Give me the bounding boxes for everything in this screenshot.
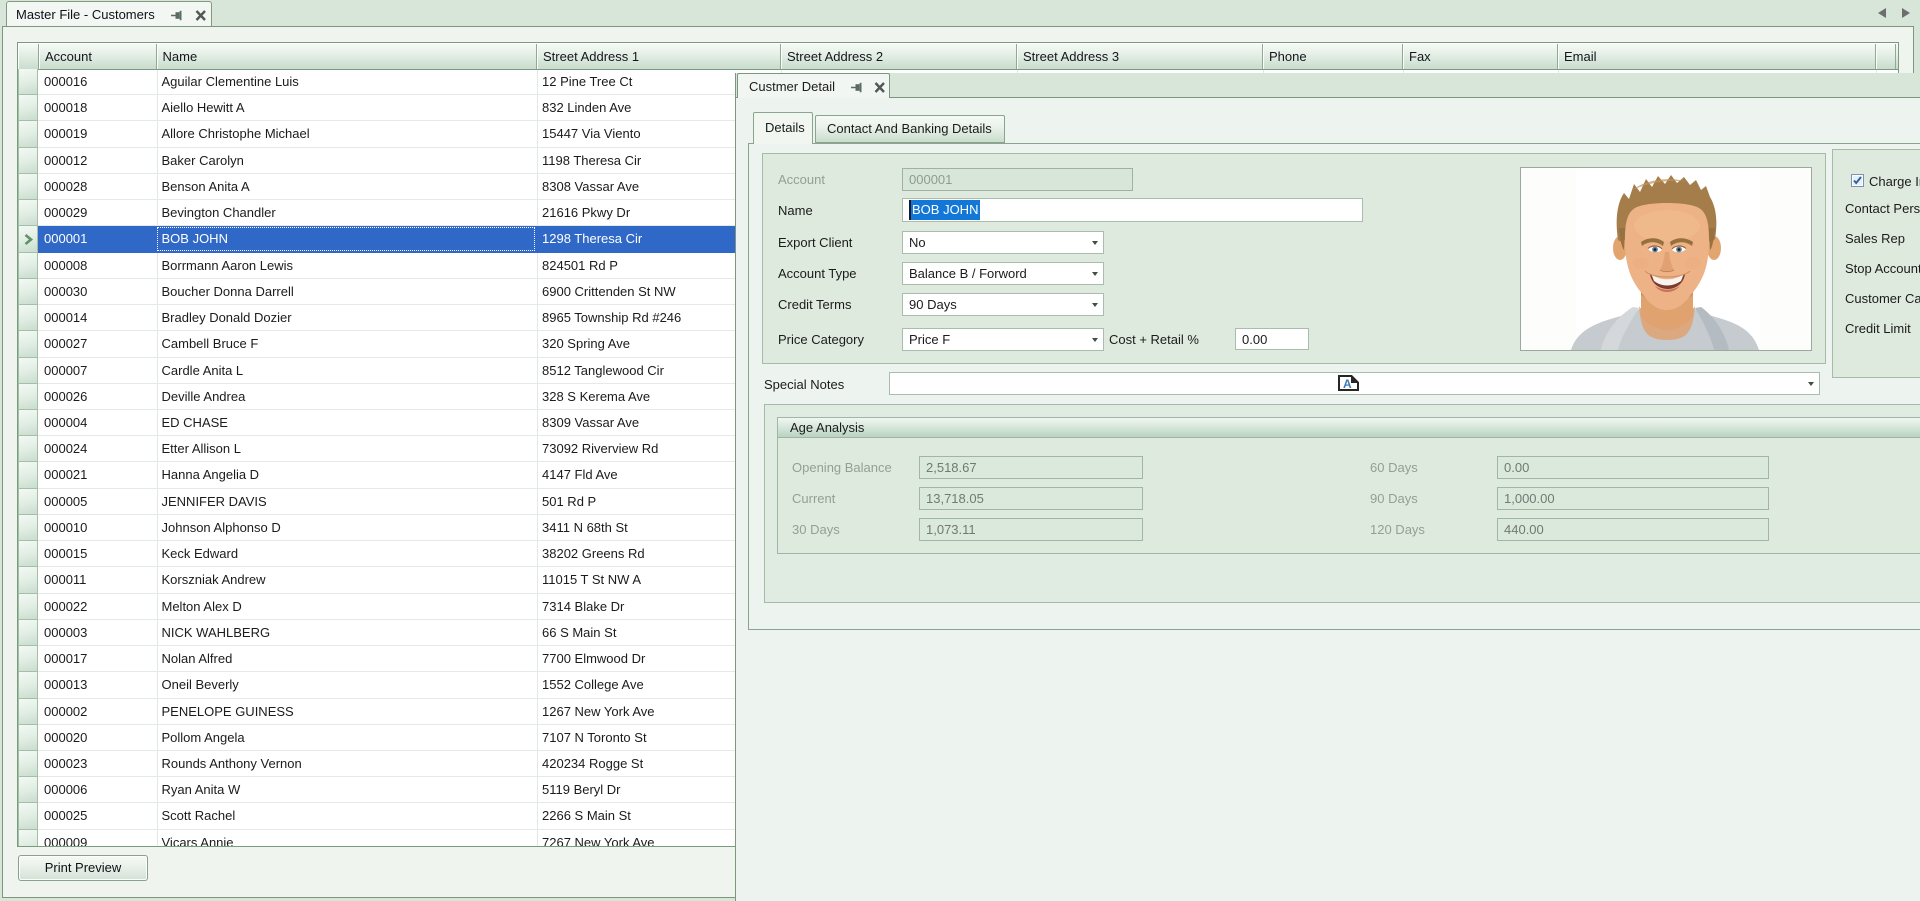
svg-text:A: A [1343, 377, 1352, 391]
